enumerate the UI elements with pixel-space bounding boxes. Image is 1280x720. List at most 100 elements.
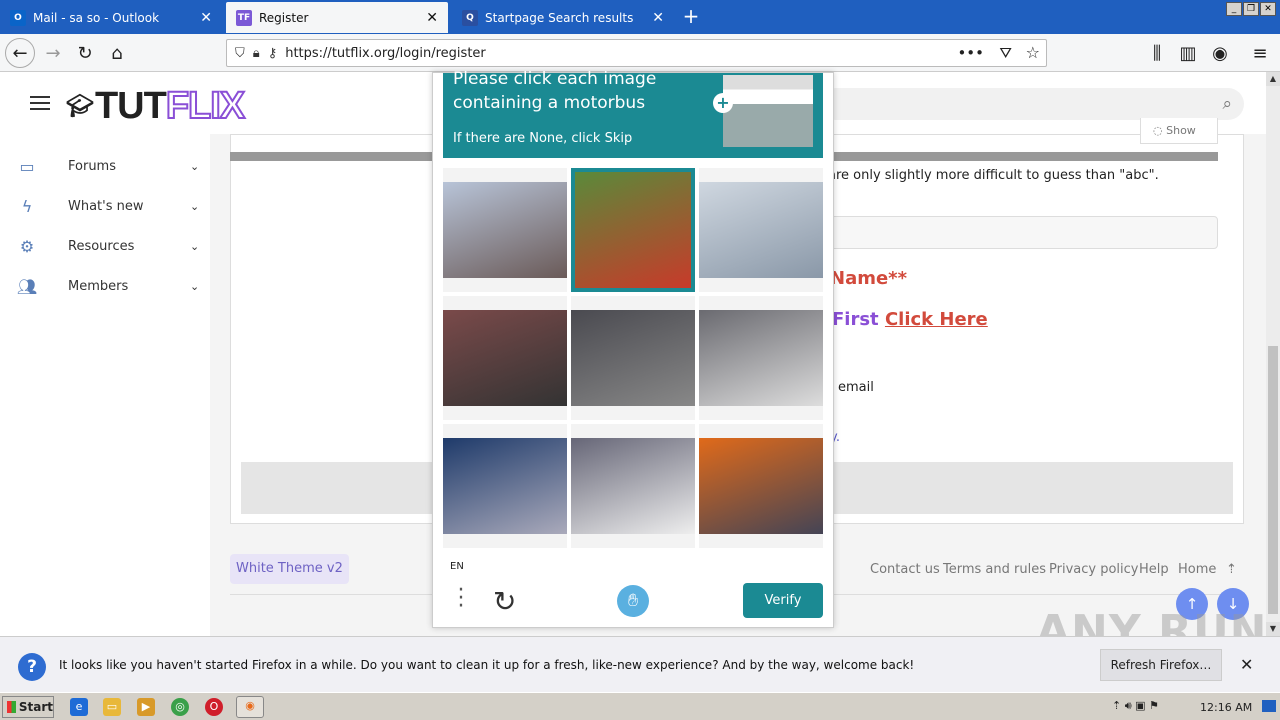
footer-help-link[interactable]: Help xyxy=(1139,562,1169,577)
captcha-image-tile[interactable] xyxy=(443,168,567,292)
scroll-up-arrow-icon[interactable]: ▲ xyxy=(1266,72,1280,86)
chrome-icon[interactable]: ◎ xyxy=(171,698,189,716)
captcha-image-tile[interactable] xyxy=(571,296,695,420)
question-icon: ? xyxy=(18,653,46,681)
captcha-image xyxy=(571,438,695,534)
cogs-icon: ⚙ xyxy=(19,236,35,256)
scroll-down-arrow-icon[interactable]: ▼ xyxy=(1266,622,1280,636)
sidebar-item-label: Resources xyxy=(68,238,135,254)
click-here-link[interactable]: Click Here xyxy=(885,309,988,330)
show-desktop-icon[interactable] xyxy=(1262,700,1276,712)
tab-label: Register xyxy=(259,10,309,25)
menu-dots-icon[interactable]: · · · xyxy=(457,580,465,618)
home-icon[interactable]: ⌂ xyxy=(102,38,132,68)
url-text[interactable]: https://tutflix.org/login/register xyxy=(285,46,486,61)
captcha-image-tile[interactable] xyxy=(443,296,567,420)
captcha-image-tile[interactable] xyxy=(699,168,823,292)
first-text: First xyxy=(832,309,879,330)
password-confirm-field[interactable] xyxy=(827,216,1218,249)
tab-label: Mail - sa so - Outlook xyxy=(33,10,160,25)
maximize-button[interactable]: ❐ xyxy=(1243,2,1259,16)
sidebar-item-whats-new[interactable]: ϟ What's new ⌄ xyxy=(0,186,210,226)
refresh-challenge-icon[interactable]: ↻ xyxy=(493,585,516,618)
pocket-icon[interactable]: ⛛ xyxy=(999,44,1012,62)
rss-icon[interactable]: ⇡ xyxy=(1226,562,1237,577)
shield-icon[interactable]: ⛉ xyxy=(235,46,245,61)
close-tab-icon[interactable]: ✕ xyxy=(200,10,212,26)
close-tab-icon[interactable]: ✕ xyxy=(426,10,438,26)
sidebar-item-forums[interactable]: ▭ Forums ⌄ xyxy=(0,146,210,186)
minimize-button[interactable]: _ xyxy=(1226,2,1242,16)
account-icon[interactable]: ◉ xyxy=(1205,38,1235,68)
captcha-image-tile[interactable] xyxy=(699,424,823,548)
ie-icon[interactable]: e xyxy=(70,698,88,716)
challenge-subtitle: If there are None, click Skip xyxy=(453,131,633,146)
folder-icon[interactable]: ▭ xyxy=(103,698,121,716)
captcha-image xyxy=(443,182,567,278)
captcha-image-tile[interactable] xyxy=(699,296,823,420)
show-password-button[interactable]: ◌ Show xyxy=(1140,118,1218,144)
url-bar[interactable]: ⛉ 🔒︎ ⚷ https://tutflix.org/login/registe… xyxy=(226,39,1047,67)
hcaptcha-challenge: Please click each image containing a mot… xyxy=(432,69,834,628)
sidebar-icon[interactable]: ▥ xyxy=(1173,38,1203,68)
site-search-input[interactable]: ⌕ xyxy=(820,88,1244,120)
close-notification-icon[interactable]: ✕ xyxy=(1240,655,1253,674)
expand-example-icon[interactable]: + xyxy=(713,93,733,113)
scrollbar-thumb[interactable] xyxy=(1268,346,1278,614)
back-button[interactable]: ← xyxy=(5,38,35,68)
firefox-notification-bar: ? It looks like you haven't started Fire… xyxy=(0,636,1280,692)
footer-contact-link[interactable]: Contact us xyxy=(870,562,940,577)
chevron-down-icon[interactable]: ⌄ xyxy=(190,280,210,293)
menu-icon[interactable]: ≡ xyxy=(1245,38,1275,68)
email-text: email xyxy=(838,380,874,395)
lock-icon[interactable]: 🔒︎ xyxy=(253,46,260,61)
verify-button[interactable]: Verify xyxy=(743,583,823,618)
captcha-image-tile[interactable] xyxy=(571,424,695,548)
captcha-image-tile[interactable] xyxy=(443,424,567,548)
search-icon[interactable]: ⌕ xyxy=(1222,94,1232,114)
tab-register[interactable]: TF Register ✕ xyxy=(226,2,448,33)
opera-icon[interactable]: O xyxy=(205,698,223,716)
close-window-button[interactable]: ✕ xyxy=(1260,2,1276,16)
footer-terms-link[interactable]: Terms and rules xyxy=(943,562,1046,577)
sidebar-item-label: Members xyxy=(68,278,129,294)
show-label: Show xyxy=(1166,124,1196,137)
new-tab-button[interactable]: + xyxy=(678,4,704,30)
start-button[interactable]: Start xyxy=(2,696,54,718)
captcha-image xyxy=(699,310,823,406)
firefox-taskbar-icon[interactable]: ◉ xyxy=(236,696,264,718)
sidebar-item-label: What's new xyxy=(68,198,144,214)
tab-outlook[interactable]: O Mail - sa so - Outlook ✕ xyxy=(0,2,222,33)
users-icon: 👥︎ xyxy=(16,276,38,296)
bookmark-star-icon[interactable]: ☆ xyxy=(1026,43,1040,62)
example-image xyxy=(723,75,813,147)
refresh-firefox-button[interactable]: Refresh Firefox… xyxy=(1100,649,1222,681)
captcha-image xyxy=(699,182,823,278)
forward-button[interactable]: → xyxy=(38,38,68,68)
tab-startpage[interactable]: Q Startpage Search results ✕ xyxy=(452,2,674,33)
chevron-down-icon[interactable]: ⌄ xyxy=(190,160,210,173)
chevron-down-icon[interactable]: ⌄ xyxy=(190,240,210,253)
language-selector[interactable]: EN xyxy=(450,561,464,572)
windows-taskbar: Start e ▭ ▶ ◎ O ◉ ⇡ 🔊︎ ▣ ⚑ 12:16 AM xyxy=(0,692,1280,720)
footer-privacy-link[interactable]: Privacy policy xyxy=(1049,562,1138,577)
captcha-image xyxy=(443,438,567,534)
theme-chooser[interactable]: White Theme v2 xyxy=(230,554,349,584)
more-icon[interactable]: ••• xyxy=(957,44,984,62)
sidebar-item-members[interactable]: 👥︎ Members ⌄ xyxy=(0,266,210,306)
tutflix-logo[interactable]: 🎓︎ TUT FLIX xyxy=(66,84,246,128)
hamburger-menu-icon[interactable] xyxy=(30,96,50,110)
reload-button[interactable]: ↻ xyxy=(70,38,100,68)
hcaptcha-logo-icon[interactable]: ✋︎ xyxy=(617,585,649,617)
page-scrollbar[interactable]: ▲ ▼ xyxy=(1266,72,1280,636)
sidebar-item-resources[interactable]: ⚙ Resources ⌄ xyxy=(0,226,210,266)
library-icon[interactable]: ⫼ xyxy=(1142,38,1172,68)
site-sidebar: ▭ Forums ⌄ ϟ What's new ⌄ ⚙ Resources ⌄ … xyxy=(0,134,210,636)
media-player-icon[interactable]: ▶ xyxy=(137,698,155,716)
close-tab-icon[interactable]: ✕ xyxy=(652,10,664,26)
challenge-prompt: Please click each image containing a mot… xyxy=(453,67,713,115)
chevron-down-icon[interactable]: ⌄ xyxy=(190,200,210,213)
key-icon[interactable]: ⚷ xyxy=(268,46,278,61)
footer-home-link[interactable]: Home xyxy=(1178,562,1216,577)
captcha-image-tile[interactable] xyxy=(571,168,695,292)
